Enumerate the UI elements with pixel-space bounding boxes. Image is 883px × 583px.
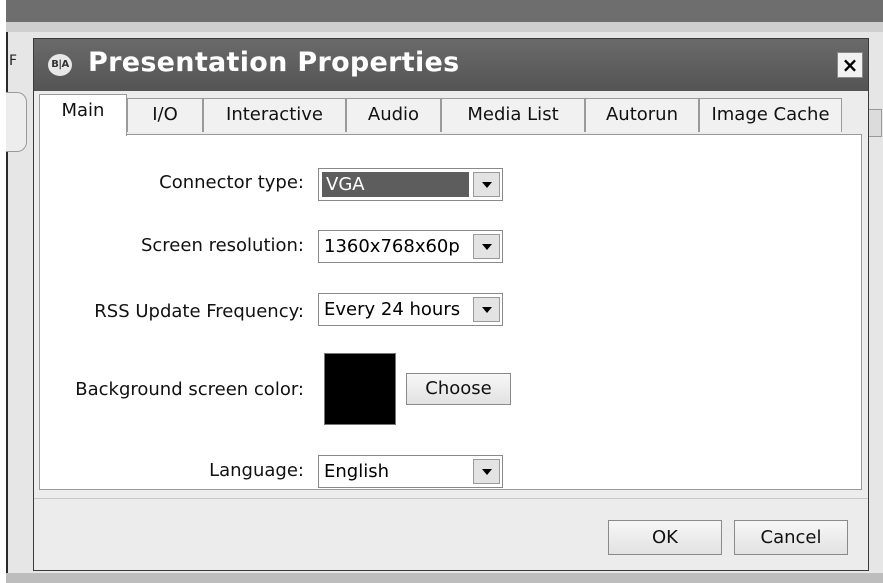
tab-audio[interactable]: Audio: [346, 98, 441, 132]
chevron-down-icon[interactable]: [473, 459, 500, 484]
background-color-label: Background screen color:: [75, 379, 304, 400]
screen-resolution-select[interactable]: 1360x768x60p: [318, 230, 503, 263]
background-menu-letter: F: [9, 53, 18, 69]
background-side-control: [6, 92, 27, 152]
dialog-title: Presentation Properties: [88, 47, 460, 78]
background-toolbar: [6, 22, 883, 32]
rss-update-frequency-value: Every 24 hours: [324, 299, 461, 320]
tab-interactive[interactable]: Interactive: [203, 98, 346, 132]
rss-update-frequency-label: RSS Update Frequency:: [94, 301, 304, 322]
language-select[interactable]: English: [318, 455, 503, 488]
chevron-down-icon[interactable]: [473, 234, 500, 259]
cancel-button[interactable]: Cancel: [734, 520, 848, 555]
tab-io[interactable]: I/O: [127, 98, 203, 132]
ok-button[interactable]: OK: [608, 520, 722, 555]
background-titlebar: [6, 0, 883, 22]
tab-image-cache[interactable]: Image Cache: [699, 98, 842, 132]
screen-resolution-value: 1360x768x60p: [324, 236, 460, 257]
connector-type-label: Connector type:: [159, 172, 304, 193]
background-statusbar: [6, 573, 883, 583]
close-icon[interactable]: ×: [837, 52, 863, 78]
brightauthor-logo-icon: B|A: [48, 54, 72, 76]
connector-type-select[interactable]: VGA: [318, 168, 503, 201]
chevron-down-icon[interactable]: [473, 297, 500, 322]
connector-type-value: VGA: [326, 174, 365, 195]
screen-resolution-label: Screen resolution:: [140, 235, 304, 256]
background-color-swatch: [324, 353, 396, 425]
tab-autorun[interactable]: Autorun: [585, 98, 699, 132]
dialog-titlebar[interactable]: B|A Presentation Properties ×: [34, 39, 868, 91]
language-label: Language:: [209, 460, 304, 481]
language-value: English: [324, 461, 389, 482]
tab-media-list[interactable]: Media List: [441, 98, 585, 132]
rss-update-frequency-select[interactable]: Every 24 hours: [318, 293, 503, 326]
footer-divider: [34, 498, 868, 499]
presentation-properties-dialog: B|A Presentation Properties × Main I/O I…: [33, 38, 869, 571]
chevron-down-icon[interactable]: [473, 172, 500, 197]
tab-main[interactable]: Main: [39, 94, 127, 136]
main-tab-panel: Connector type: VGA Screen resolution: 1…: [39, 134, 862, 490]
choose-color-button[interactable]: Choose: [406, 373, 511, 405]
